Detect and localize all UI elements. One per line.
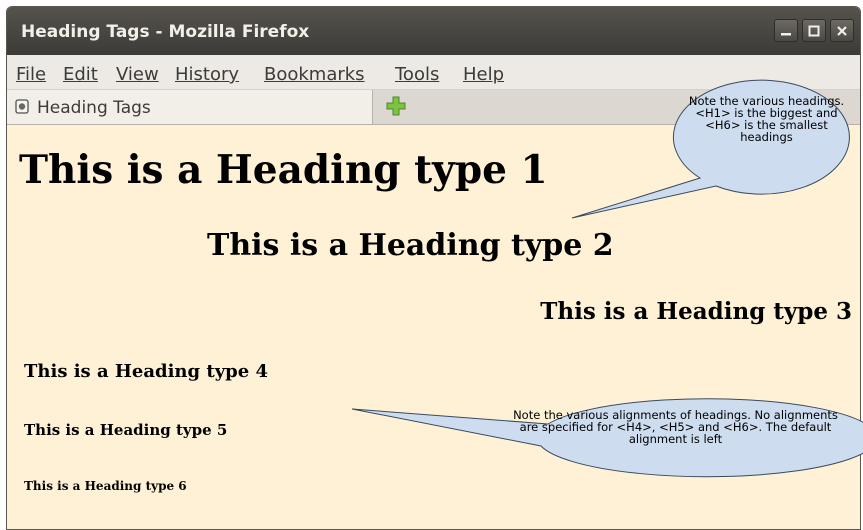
menu-edit[interactable]: Edit (63, 64, 98, 85)
maximize-button[interactable] (802, 19, 826, 42)
maximize-icon (808, 25, 820, 36)
menu-bookmarks[interactable]: Bookmarks (264, 64, 365, 85)
page-content: This is a Heading type 1 This is a Headi… (7, 125, 860, 529)
heading-1: This is a Heading type 1 (19, 147, 548, 193)
menu-history[interactable]: History (175, 64, 239, 85)
minimize-button[interactable] (774, 19, 798, 42)
close-icon (837, 25, 847, 36)
heading-4: This is a Heading type 4 (24, 361, 268, 382)
browser-window: Heading Tags - Mozilla Firefox File Edit… (6, 6, 861, 530)
tab-heading-tags[interactable]: Heading Tags (7, 90, 373, 124)
minimize-icon (781, 32, 791, 35)
tab-label: Heading Tags (37, 98, 151, 118)
callout-text-headings: Note the various headings. <H1> is the b… (688, 94, 845, 144)
callout-text-alignments: Note the various alignments of headings.… (513, 408, 838, 446)
menu-help[interactable]: Help (463, 64, 504, 85)
plus-icon[interactable] (386, 96, 406, 116)
page-icon (15, 99, 29, 114)
menu-tools[interactable]: Tools (395, 64, 439, 85)
close-button[interactable] (830, 19, 854, 42)
menu-bar: File Edit View History Bookmarks Tools H… (7, 55, 860, 90)
heading-3: This is a Heading type 3 (540, 298, 852, 325)
heading-2: This is a Heading type 2 (207, 228, 614, 263)
menu-view[interactable]: View (116, 64, 159, 85)
menu-file[interactable]: File (16, 64, 46, 85)
window-title: Heading Tags - Mozilla Firefox (21, 22, 310, 42)
heading-6: This is a Heading type 6 (24, 479, 187, 493)
window-controls (774, 19, 854, 42)
heading-5: This is a Heading type 5 (24, 421, 228, 439)
title-bar: Heading Tags - Mozilla Firefox (7, 7, 860, 55)
